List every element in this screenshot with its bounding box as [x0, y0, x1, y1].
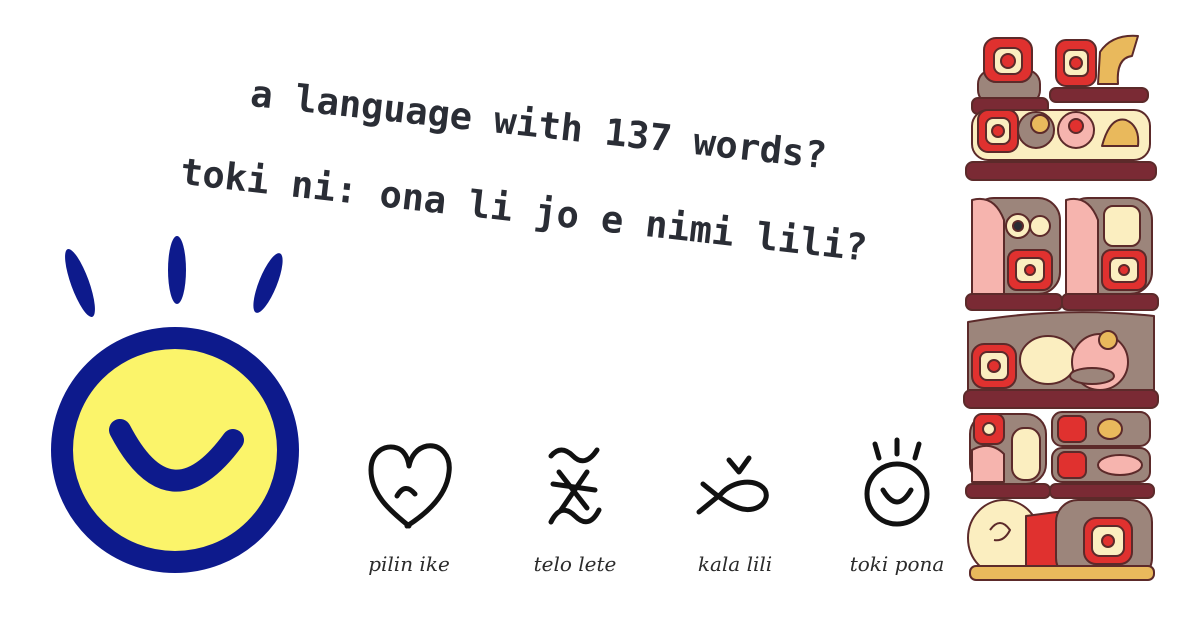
headline-line-english: a language with 137 words?: [248, 72, 829, 178]
glyph-label-telo-lete: telo lete: [533, 552, 617, 576]
glyph-card-telo-lete: telo lete: [520, 432, 630, 576]
glyph-row-2: [965, 109, 1157, 181]
glyph-row-4: [963, 311, 1159, 409]
glyph-card-pilin-ike: pilin ike: [354, 432, 464, 576]
sun-ray-right: [253, 253, 283, 313]
glyph-label-toki-pona: toki pona: [849, 552, 945, 576]
glyph-card-toki-pona: toki pona: [842, 432, 952, 576]
smiling-sun-icon: [51, 236, 299, 573]
sad-heart-glyph-icon: [368, 443, 452, 529]
sun-ray-middle: [168, 236, 186, 304]
glyph-label-pilin-ike: pilin ike: [368, 552, 450, 576]
glyph-label-kala-lili: kala lili: [697, 552, 773, 576]
stacked-block-glyphs-icon: [963, 34, 1159, 581]
small-fish-glyph-icon: [696, 455, 769, 515]
glyph-card-kala-lili: kala lili: [680, 432, 790, 576]
sun-ray-left: [65, 249, 95, 317]
sun-face: [51, 327, 299, 573]
glyph-row-5: [965, 411, 1155, 499]
cold-water-glyph-icon: [548, 447, 602, 525]
good-language-glyph-icon: [864, 437, 930, 527]
glyph-row-3: [965, 197, 1159, 311]
glyph-row-1: [971, 34, 1149, 115]
glyph-row-6: [967, 499, 1155, 581]
